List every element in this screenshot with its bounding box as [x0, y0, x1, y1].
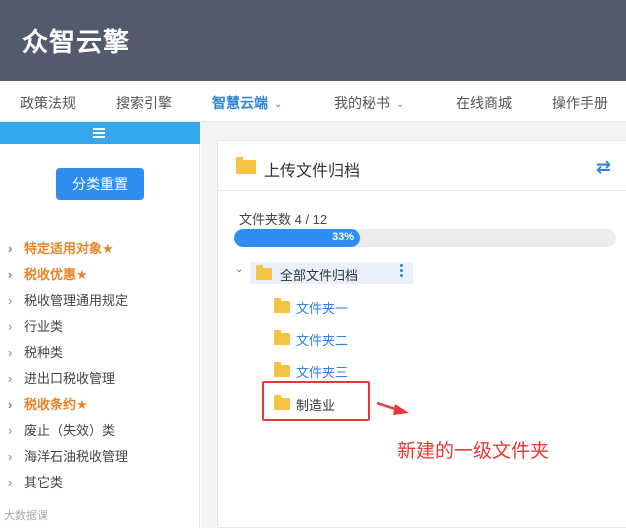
- sidebar-item-label: 进出口税收管理: [24, 371, 116, 386]
- sidebar-item-specific-objects[interactable]: › 特定适用对象★: [0, 236, 200, 262]
- chevron-right-icon: ›: [8, 293, 13, 308]
- progress-fill: 33%: [234, 229, 361, 247]
- nav-item-policy[interactable]: 政策法规: [20, 93, 76, 113]
- tree-node-label: 全部文件归档: [280, 268, 359, 283]
- folder-icon: [236, 157, 256, 174]
- sidebar-item-tax-types[interactable]: › 税种类: [0, 340, 200, 366]
- nav-item-label: 在线商城: [456, 95, 512, 111]
- sidebar-item-tax-incentives[interactable]: › 税收优惠★: [0, 262, 200, 288]
- watermark: 大数据课: [4, 510, 48, 522]
- chevron-right-icon: ›: [8, 449, 13, 464]
- chevron-right-icon: ›: [8, 371, 13, 386]
- annotation-text: 新建的一级文件夹: [397, 441, 550, 462]
- sidebar-item-general-rules[interactable]: › 税收管理通用规定: [0, 288, 200, 314]
- chevron-right-icon: ›: [8, 319, 13, 334]
- nav-item-secretary[interactable]: 我的秘书 ⌄: [334, 93, 404, 113]
- sidebar-item-label: 行业类: [24, 319, 64, 334]
- tree-root-node[interactable]: 全部文件归档: [250, 262, 413, 284]
- sidebar-toggle-bar[interactable]: [0, 122, 200, 144]
- panel-header: 上传文件归档 ⇄: [218, 141, 626, 191]
- star-icon: ★: [76, 397, 88, 412]
- highlight-box: [262, 381, 370, 421]
- menu-icon[interactable]: [93, 128, 105, 138]
- nav-item-label: 智慧云端: [212, 95, 268, 111]
- progress-label: 33%: [332, 231, 355, 243]
- folder-icon: [274, 330, 290, 345]
- sidebar-item-label: 废止（失效）类: [24, 423, 116, 438]
- chevron-down-icon[interactable]: ⌄: [235, 264, 243, 275]
- swap-icon[interactable]: ⇄: [596, 157, 611, 178]
- tree-node-label: 文件夹二: [296, 333, 349, 348]
- folder-icon: [256, 265, 272, 280]
- archive-panel: 上传文件归档 ⇄ 文件夹数 4 / 12 33% ⌄ 全部文件归档 文件夹一 文…: [217, 140, 626, 528]
- sidebar-item-industry[interactable]: › 行业类: [0, 314, 200, 340]
- sidebar-item-repealed[interactable]: › 废止（失效）类: [0, 418, 200, 444]
- chevron-down-icon: ⌄: [396, 99, 405, 110]
- sidebar-item-label: 税收条约: [24, 397, 77, 412]
- sidebar-item-label: 特定适用对象: [24, 241, 103, 256]
- sidebar-item-label: 税收优惠: [24, 267, 77, 282]
- folder-count: 文件夹数 4 / 12: [239, 212, 328, 227]
- star-icon: ★: [76, 267, 88, 282]
- nav-item-label: 我的秘书: [334, 95, 390, 111]
- chevron-down-icon: ⌄: [274, 99, 283, 110]
- panel-title: 上传文件归档: [264, 163, 361, 180]
- sidebar-item-label: 税收管理通用规定: [24, 293, 129, 308]
- sidebar-item-import-export[interactable]: › 进出口税收管理: [0, 366, 200, 392]
- nav-item-label: 政策法规: [20, 95, 76, 111]
- sidebar-item-label: 其它类: [24, 475, 64, 490]
- reset-categories-button[interactable]: 分类重置: [56, 168, 144, 200]
- chevron-right-icon: ›: [8, 423, 13, 438]
- nav-item-manual[interactable]: 操作手册: [552, 93, 608, 113]
- app-logo[interactable]: 众智云擎: [22, 22, 130, 59]
- folder-icon: [274, 298, 290, 313]
- sidebar-item-label: 海洋石油税收管理: [24, 449, 129, 464]
- sidebar-item-tax-treaties[interactable]: › 税收条约★: [0, 392, 200, 418]
- nav-item-label: 操作手册: [552, 95, 608, 111]
- category-list: › 特定适用对象★ › 税收优惠★ › 税收管理通用规定 › 行业类 › 税种类 › 进出口…: [0, 236, 200, 496]
- nav-item-search-engine[interactable]: 搜索引擎: [116, 93, 172, 113]
- sidebar-item-offshore-oil[interactable]: › 海洋石油税收管理: [0, 444, 200, 470]
- folder-icon: [274, 362, 290, 377]
- sidebar-item-label: 税种类: [24, 345, 64, 360]
- main-nav: 政策法规 搜索引擎 智慧云端 ⌄ 我的秘书 ⌄ 在线商城 操作手册: [0, 81, 626, 122]
- nav-item-label: 搜索引擎: [116, 95, 172, 111]
- star-icon: ★: [102, 241, 114, 256]
- chevron-right-icon: ›: [8, 475, 13, 490]
- chevron-right-icon: ›: [8, 241, 13, 256]
- folder-progress-bar: 33%: [234, 229, 616, 247]
- arrow-icon: [376, 401, 409, 415]
- top-header: 众智云擎: [0, 0, 626, 81]
- nav-item-smart-cloud[interactable]: 智慧云端 ⌄: [212, 93, 282, 113]
- chevron-right-icon: ›: [8, 267, 13, 282]
- tree-node-label: 文件夹一: [296, 301, 349, 316]
- chevron-right-icon: ›: [8, 345, 13, 360]
- category-sidebar: 分类重置 › 特定适用对象★ › 税收优惠★ › 税收管理通用规定 › 行业类 › 税种类…: [0, 122, 200, 528]
- chevron-right-icon: ›: [8, 397, 13, 412]
- sidebar-item-other[interactable]: › 其它类: [0, 470, 200, 496]
- nav-item-online-store[interactable]: 在线商城: [456, 93, 512, 113]
- more-options-icon[interactable]: [400, 264, 404, 280]
- tree-node-label: 文件夹三: [296, 365, 349, 380]
- main-content: 上传文件归档 ⇄ 文件夹数 4 / 12 33% ⌄ 全部文件归档 文件夹一 文…: [201, 122, 626, 528]
